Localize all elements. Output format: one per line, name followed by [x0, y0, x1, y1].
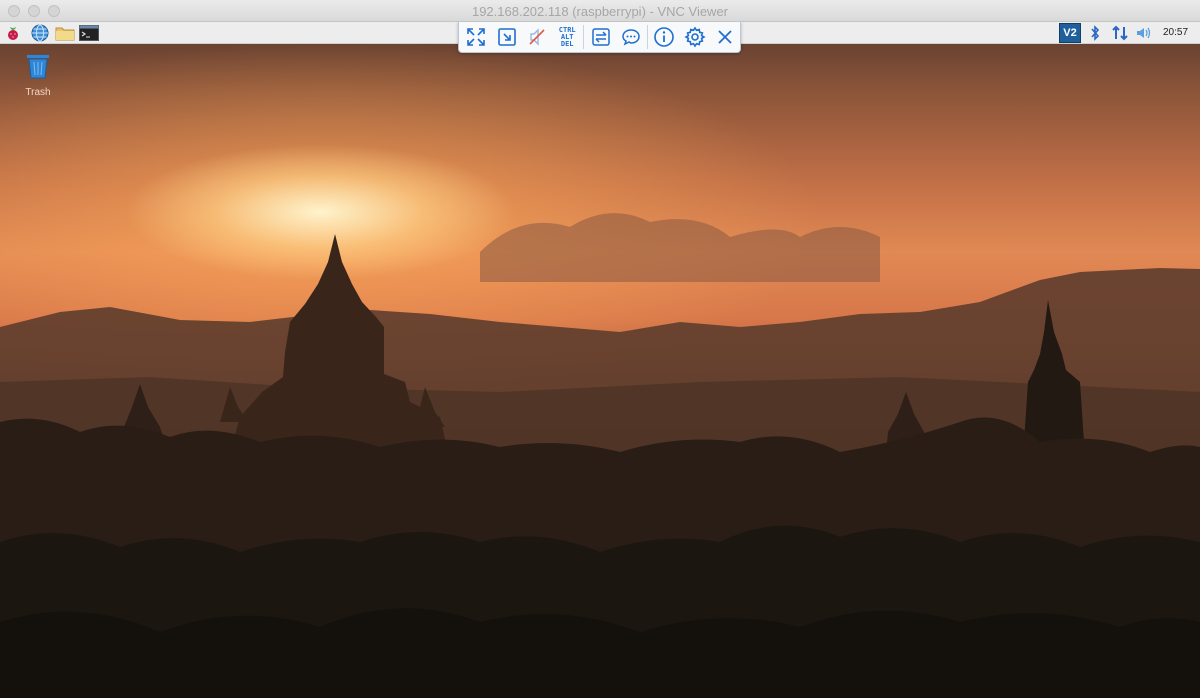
vnc-server-tray-icon[interactable]: V2: [1059, 23, 1081, 43]
trash-label: Trash: [25, 87, 51, 98]
mute-icon: [529, 28, 545, 46]
network-icon[interactable]: [1110, 24, 1130, 42]
close-button[interactable]: [710, 23, 740, 52]
raspberry-menu-icon[interactable]: [3, 24, 23, 42]
trash-desktop-item[interactable]: Trash: [18, 52, 58, 98]
close-icon: [718, 30, 732, 44]
fullscreen-button[interactable]: [461, 23, 491, 52]
bluetooth-icon[interactable]: [1088, 24, 1102, 42]
remote-desktop[interactable]: V2 20:57 Trash CTRL ALT DEL: [0, 22, 1200, 698]
transfer-files-button[interactable]: [585, 23, 615, 52]
web-browser-icon[interactable]: [30, 24, 50, 42]
chat-button[interactable]: [616, 23, 646, 52]
scale-button[interactable]: [491, 23, 521, 52]
volume-icon[interactable]: [1136, 24, 1154, 42]
settings-button[interactable]: [679, 23, 709, 52]
ctrl-alt-del-icon: CTRL ALT DEL: [559, 26, 576, 48]
expand-icon: [467, 28, 485, 46]
file-manager-icon[interactable]: [55, 24, 75, 42]
wallpaper-landscape: [0, 213, 1200, 698]
cad-line-del: DEL: [560, 39, 574, 48]
vnc-toolbar: CTRL ALT DEL: [458, 22, 741, 53]
scale-icon: [497, 28, 516, 46]
window-title: 192.168.202.118 (raspberrypi) - VNC View…: [471, 4, 729, 19]
ctrl-alt-del-button[interactable]: CTRL ALT DEL: [552, 23, 582, 52]
chat-icon: [622, 29, 640, 46]
mute-button[interactable]: [522, 23, 552, 52]
gear-icon: [683, 26, 706, 48]
toolbar-separator: [583, 25, 585, 49]
window-title-bar: 192.168.202.118 (raspberrypi) - VNC View…: [0, 0, 1200, 22]
toolbar-separator: [647, 25, 649, 49]
file-transfer-icon: [591, 28, 610, 46]
info-button[interactable]: [649, 23, 679, 52]
panel-clock: 20:57: [1163, 27, 1189, 38]
terminal-icon[interactable]: [79, 24, 99, 42]
trash-icon: [27, 55, 49, 79]
info-icon: [654, 27, 675, 47]
